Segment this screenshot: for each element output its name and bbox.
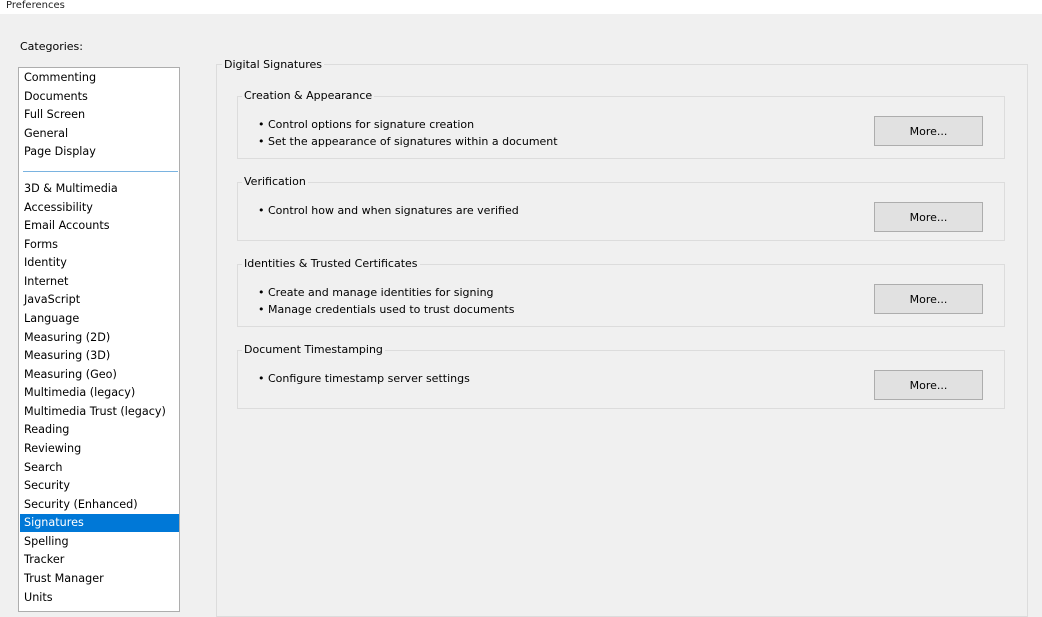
category-item-tracker[interactable]: Tracker (20, 551, 179, 569)
category-item-measuring-2d[interactable]: Measuring (2D) (20, 329, 179, 347)
category-item-accessibility[interactable]: Accessibility (20, 199, 179, 217)
category-divider (23, 171, 178, 172)
window-title: Preferences (6, 0, 65, 11)
more-button-creation-appearance[interactable]: More... (874, 116, 983, 146)
category-item-general[interactable]: General (20, 125, 179, 143)
category-item-page-display[interactable]: Page Display (20, 143, 179, 161)
group-identities-certificates: Identities & Trusted Certificates • Crea… (237, 257, 1005, 327)
category-item-measuring-geo[interactable]: Measuring (Geo) (20, 366, 179, 384)
group-title: Creation & Appearance (242, 89, 375, 103)
category-item-spelling[interactable]: Spelling (20, 533, 179, 551)
category-item-documents[interactable]: Documents (20, 88, 179, 106)
group-bullet: • Configure timestamp server settings (258, 372, 470, 385)
category-item-multimedia-trust-legacy[interactable]: Multimedia Trust (legacy) (20, 403, 179, 421)
group-bullet: • Manage credentials used to trust docum… (258, 303, 515, 316)
group-title: Document Timestamping (242, 343, 385, 357)
category-item-reading[interactable]: Reading (20, 421, 179, 439)
category-item-units[interactable]: Units (20, 589, 179, 607)
category-item-reviewing[interactable]: Reviewing (20, 440, 179, 458)
category-item-internet[interactable]: Internet (20, 273, 179, 291)
category-item-email-accounts[interactable]: Email Accounts (20, 217, 179, 235)
category-item-multimedia-legacy[interactable]: Multimedia (legacy) (20, 384, 179, 402)
group-bullet: • Create and manage identities for signi… (258, 286, 494, 299)
group-verification: Verification • Control how and when sign… (237, 175, 1005, 241)
group-document-timestamping: Document Timestamping • Configure timest… (237, 343, 1005, 409)
group-bullet: • Control how and when signatures are ve… (258, 204, 519, 217)
category-item-commenting[interactable]: Commenting (20, 69, 179, 87)
category-item-full-screen[interactable]: Full Screen (20, 106, 179, 124)
group-title: Identities & Trusted Certificates (242, 257, 420, 271)
categories-label: Categories: (20, 40, 83, 53)
category-item-signatures[interactable]: Signatures (20, 514, 179, 532)
category-item-security-enhanced[interactable]: Security (Enhanced) (20, 496, 179, 514)
more-button-document-timestamping[interactable]: More... (874, 370, 983, 400)
more-button-identities-certificates[interactable]: More... (874, 284, 983, 314)
category-item-forms[interactable]: Forms (20, 236, 179, 254)
group-bullet: • Set the appearance of signatures withi… (258, 135, 558, 148)
title-bar: Preferences (0, 0, 1042, 14)
group-creation-appearance: Creation & Appearance • Control options … (237, 89, 1005, 159)
category-item-search[interactable]: Search (20, 459, 179, 477)
panel-title: Digital Signatures (222, 58, 324, 72)
category-item-trust-manager[interactable]: Trust Manager (20, 570, 179, 588)
categories-list[interactable]: Commenting Documents Full Screen General… (18, 67, 180, 612)
category-item-javascript[interactable]: JavaScript (20, 291, 179, 309)
category-item-identity[interactable]: Identity (20, 254, 179, 272)
category-item-measuring-3d[interactable]: Measuring (3D) (20, 347, 179, 365)
group-title: Verification (242, 175, 308, 189)
group-bullet: • Control options for signature creation (258, 118, 475, 131)
category-item-3d-multimedia[interactable]: 3D & Multimedia (20, 180, 179, 198)
more-button-verification[interactable]: More... (874, 202, 983, 232)
category-item-security[interactable]: Security (20, 477, 179, 495)
category-item-language[interactable]: Language (20, 310, 179, 328)
